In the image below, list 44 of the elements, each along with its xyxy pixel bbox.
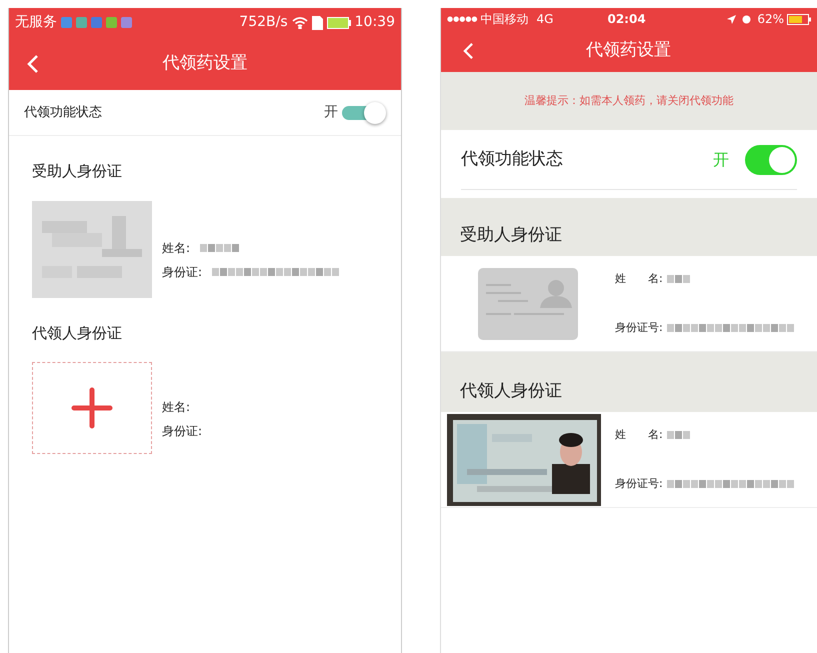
section-title: 代领人身份证 (32, 322, 123, 344)
field-label: 姓 名: (615, 270, 663, 286)
field-label: 身份证号: (615, 476, 663, 492)
toggle-label: 代领功能状态 (461, 148, 564, 171)
wifi-icon (292, 16, 308, 28)
sim-icon (312, 16, 323, 30)
toggle-state-text: 开 (713, 148, 729, 170)
notice-text: 温馨提示：如需本人领药，请关闭代领功能 (524, 92, 734, 109)
network-text: 4G (536, 11, 554, 28)
toggle-label: 代领功能状态 (24, 104, 103, 122)
location-icon (727, 14, 736, 24)
section-title: 受助人身份证 (32, 161, 123, 182)
toggle-switch[interactable] (745, 144, 797, 174)
network-speed: 752B/s (239, 13, 288, 32)
notification-icon (121, 17, 132, 28)
field-label: 身份证: (162, 423, 202, 440)
id-card-icon (478, 268, 578, 340)
field-label: 姓 名: (615, 426, 663, 442)
page-title: 代领药设置 (162, 52, 248, 75)
section-title: 受助人身份证 (460, 224, 562, 246)
toggle-state-text: 开 (324, 103, 338, 122)
notification-icon (61, 17, 72, 28)
clock-text: 02:04 (607, 11, 646, 28)
toggle-switch[interactable] (342, 102, 386, 124)
section-title: 代领人身份证 (460, 380, 562, 402)
alarm-icon (742, 14, 752, 24)
clock-text: 10:39 (354, 13, 395, 32)
field-label: 姓名: (162, 399, 190, 416)
carrier-text: 中国移动 (480, 11, 529, 28)
add-photo-button[interactable] (32, 362, 152, 454)
back-icon[interactable] (27, 54, 39, 74)
notification-icon (76, 17, 87, 28)
notification-icon (106, 17, 117, 28)
battery-percent: 62% (757, 11, 784, 28)
field-label: 姓名: (162, 240, 190, 257)
field-label: 身份证: (162, 264, 202, 281)
battery-icon (787, 14, 811, 24)
field-label: 身份证号: (615, 320, 663, 336)
back-icon[interactable] (463, 42, 474, 60)
battery-icon (326, 16, 351, 28)
notification-icon (91, 17, 102, 28)
plus-icon (71, 387, 113, 429)
page-title: 代领药设置 (585, 39, 672, 62)
carrier-text: 无服务 (15, 13, 57, 32)
